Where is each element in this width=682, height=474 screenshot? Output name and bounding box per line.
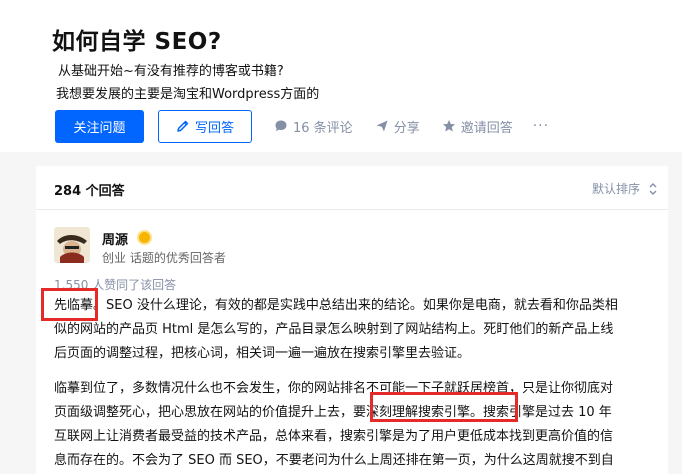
question-detail-line-2: 我想要发展的主要是淘宝和Wordpress方面的 xyxy=(56,87,320,102)
sort-toggle-icon xyxy=(649,182,657,195)
page-background-right xyxy=(668,166,682,474)
answers-card: 284 个回答 默认排序 周源 创业 话题的优秀回答者 1,550 人赞同了该回… xyxy=(36,166,668,474)
share-icon xyxy=(376,120,388,132)
author-description: 创业 话题的优秀回答者 xyxy=(102,251,226,265)
answers-header: 284 个回答 默认排序 xyxy=(36,166,668,210)
sort-dropdown[interactable]: 默认排序 xyxy=(592,180,658,197)
sort-label: 默认排序 xyxy=(591,182,640,196)
question-detail-line-1: 从基础开始~有没有推荐的博客或书籍? xyxy=(58,64,284,79)
question-title: 如何自学 SEO? xyxy=(52,29,222,55)
page-background-left xyxy=(0,166,36,474)
share-button[interactable]: 分享 xyxy=(375,117,420,136)
question-header: 如何自学 SEO? 从基础开始~有没有推荐的博客或书籍? 我想要发展的主要是淘宝… xyxy=(0,0,682,152)
highlight-box xyxy=(370,392,518,422)
answer-text-line: 似的网站的产品页 Html 是怎么写的，产品目录怎么映射到了网站结构上。死盯他们… xyxy=(54,322,614,337)
excellent-answerer-badge-icon xyxy=(137,230,152,245)
avatar-image xyxy=(54,227,90,263)
avatar[interactable] xyxy=(54,227,90,263)
star-icon xyxy=(442,120,455,132)
write-answer-label: 写回答 xyxy=(194,120,234,136)
answer-count: 284 个回答 xyxy=(54,184,125,199)
highlight-box xyxy=(41,288,98,321)
share-label: 分享 xyxy=(393,120,420,136)
question-actions: 关注问题 写回答 16 条评论 分享 邀请回答 ··· xyxy=(55,109,549,143)
more-icon[interactable]: ··· xyxy=(533,118,549,134)
write-answer-button[interactable]: 写回答 xyxy=(158,109,252,143)
comment-icon xyxy=(275,120,287,132)
answer-text-line: 息而存在的。不会为了 SEO 而 SEO，不要老问为什么上周还排在第一页，为什么… xyxy=(54,453,614,468)
answer-text-line: 先临摹。SEO 没什么理论，有效的都是实践中总结出来的结论。如果你是电商，就去看… xyxy=(54,298,618,313)
comments-button[interactable]: 16 条评论 xyxy=(274,117,353,136)
answer-text-line: 页面级调整死心，把心思放在网站的价值提升上去，要深刻理解搜索引擎。搜索引擎是过去… xyxy=(54,405,612,420)
invite-answer-button[interactable]: 邀请回答 xyxy=(442,117,513,136)
answer-paragraph-1: 先临摹。SEO 没什么理论，有效的都是实践中总结出来的结论。如果你是电商，就去看… xyxy=(54,294,662,366)
page-background xyxy=(0,152,682,166)
comments-label: 16 条评论 xyxy=(293,120,353,136)
invite-answer-label: 邀请回答 xyxy=(460,120,513,136)
answer-text-line: 后页面的调整过程，把核心词，相关词一遍一遍放在搜索引擎里去验证。 xyxy=(54,346,471,361)
author-name[interactable]: 周源 xyxy=(102,229,128,248)
answer-text-line: 互联网上让消费者最受益的技术产品，总体来看，搜索引擎是为了用户更低成本找到更高价… xyxy=(54,429,614,444)
follow-question-button[interactable]: 关注问题 xyxy=(55,109,144,143)
pencil-icon xyxy=(177,120,189,132)
answer-text-line: 临摹到位了，多数情况什么也不会发生，你的网站排名不可能一下子就跃居榜首，只是让你… xyxy=(54,381,614,396)
answer-paragraph-2: 临摹到位了，多数情况什么也不会发生，你的网站排名不可能一下子就跃居榜首，只是让你… xyxy=(54,377,662,473)
